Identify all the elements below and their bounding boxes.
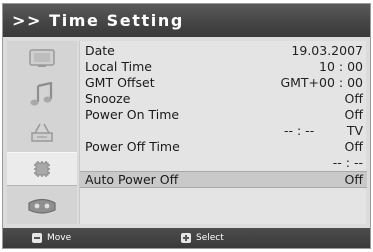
setting-label: Power Off Time (85, 139, 180, 154)
setting-value: 10 : 00 (319, 59, 363, 74)
setting-label: Auto Power Off (85, 172, 179, 187)
footer-hint-bar: Move Select (3, 228, 370, 248)
page-title: >> Time Setting (3, 4, 370, 37)
move-hint: Move (32, 228, 71, 248)
menu-frame: >> Time Setting Date 19.03.2007 Local Ti… (2, 3, 371, 249)
time-setting-screen: >> Time Setting Date 19.03.2007 Local Ti… (0, 0, 373, 252)
select-hint: Select (181, 228, 224, 248)
setting-label: Power On Time (85, 107, 180, 122)
settings-panel: Date 19.03.2007 Local Time 10 : 00 GMT O… (79, 41, 367, 224)
setting-value: 19.03.2007 (291, 43, 363, 58)
setting-row-power-on-time[interactable]: Power On Time Off (80, 107, 367, 123)
move-icon (32, 233, 42, 243)
setting-value: GMT+00 : 00 (280, 75, 363, 90)
select-label: Select (196, 233, 224, 243)
setting-label: GMT Offset (85, 75, 155, 90)
setting-row-snooze[interactable]: Snooze Off (80, 91, 367, 107)
cassette-icon[interactable] (7, 189, 77, 223)
power-on-time-value: -- : -- (284, 123, 315, 138)
setting-value: Off (344, 139, 363, 154)
setting-row-local-time[interactable]: Local Time 10 : 00 (80, 59, 367, 75)
music-notes-icon[interactable] (7, 78, 77, 112)
screen-icon[interactable] (7, 41, 77, 75)
setting-label: Date (85, 43, 115, 58)
setting-label: Snooze (85, 91, 131, 106)
setting-row-power-off-detail[interactable]: -- : -- (80, 155, 367, 171)
move-label: Move (47, 233, 72, 243)
setting-row-auto-power-off[interactable]: Auto Power Off Off (80, 171, 367, 188)
setting-value: Off (344, 107, 363, 122)
setting-value: Off (344, 172, 363, 187)
satellite-dish-icon[interactable] (7, 115, 77, 149)
setting-row-power-on-detail[interactable]: -- : -- TV (80, 123, 367, 139)
setting-row-gmt-offset[interactable]: GMT Offset GMT+00 : 00 (80, 75, 367, 91)
menu-sidebar (7, 41, 77, 224)
settings-chip-icon[interactable] (7, 152, 77, 186)
setting-row-date[interactable]: Date 19.03.2007 (80, 43, 367, 59)
power-off-time-value: -- : -- (332, 155, 363, 170)
select-icon (181, 233, 191, 243)
setting-row-power-off-time[interactable]: Power Off Time Off (80, 139, 367, 155)
power-on-channel-value: TV (346, 123, 363, 138)
setting-label: Local Time (85, 59, 152, 74)
setting-value: Off (344, 91, 363, 106)
